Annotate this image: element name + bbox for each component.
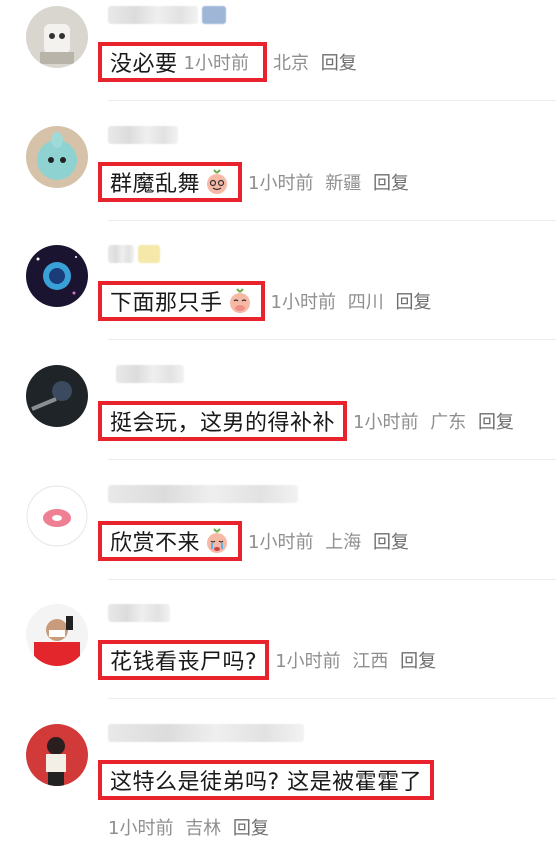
- divider: [108, 100, 556, 101]
- username-blurred: [138, 245, 160, 263]
- avatar[interactable]: [26, 604, 88, 666]
- comment-location: 吉林: [185, 818, 222, 839]
- comment-time: 1小时前: [275, 651, 341, 672]
- comment-meta: 1小时前 广东 回复: [353, 408, 520, 434]
- reply-button[interactable]: 回复: [395, 292, 431, 313]
- comment-meta: 1小时前 上海 回复: [248, 528, 415, 554]
- comment-location: 新疆: [325, 173, 362, 194]
- reply-button[interactable]: 回复: [478, 412, 514, 433]
- avatar[interactable]: [26, 245, 88, 307]
- comment-time: 1小时前: [108, 818, 174, 839]
- username-blurred[interactable]: [116, 365, 184, 383]
- avatar[interactable]: [26, 6, 88, 68]
- comment-location: 上海: [325, 532, 362, 553]
- comment-line: 挺会玩，这男的得补补 1小时前 广东 回复: [98, 399, 520, 443]
- username-blurred[interactable]: [108, 6, 198, 24]
- reply-button[interactable]: 回复: [400, 651, 436, 672]
- comment-location: 四川: [347, 292, 384, 313]
- cry-emoji-icon: [207, 528, 228, 553]
- comment-text: 欣赏不来: [110, 531, 201, 556]
- divider: [108, 698, 556, 699]
- reply-button[interactable]: 回复: [373, 173, 409, 194]
- comment-item: 群魔乱舞 1小时前 新疆 回复: [0, 120, 556, 240]
- comment-line: 花钱看丧尸吗? 1小时前 江西 回复: [98, 638, 442, 682]
- comment-location: 江西: [352, 651, 389, 672]
- shy-emoji-icon: [229, 288, 250, 313]
- comment-item: 这特么是徒弟吗? 这是被霍霍了 1小时前 吉林 回复: [0, 718, 556, 840]
- comment-line: 群魔乱舞 1小时前 新疆 回复: [98, 160, 415, 204]
- highlight-box: 下面那只手: [98, 281, 265, 321]
- highlight-box: 花钱看丧尸吗?: [98, 640, 270, 680]
- comment-item: 欣赏不来 1小时前 上海 回复: [0, 479, 556, 599]
- comment-line: 没必要 1小时前 北京 回复: [98, 40, 363, 84]
- comment-line: 欣赏不来 1小时前 上海 回复: [98, 519, 415, 563]
- username-blurred[interactable]: [108, 126, 178, 144]
- comment-text: 下面那只手: [110, 291, 223, 316]
- divider: [108, 339, 556, 340]
- divider: [108, 220, 556, 221]
- avatar[interactable]: [26, 365, 88, 427]
- comment-time: 1小时前: [270, 292, 336, 313]
- comment-text: 群魔乱舞: [110, 172, 201, 197]
- comment-meta: 1小时前 新疆 回复: [248, 169, 415, 195]
- highlight-box: 欣赏不来: [98, 521, 243, 561]
- username-blurred[interactable]: [108, 724, 304, 742]
- username-blurred[interactable]: [108, 245, 134, 263]
- comment-item: 下面那只手 1小时前 四川 回复: [0, 239, 556, 359]
- comment-time: 1小时前: [248, 173, 314, 194]
- comment-text: 没必要: [110, 52, 178, 77]
- comment-text: 这特么是徒弟吗? 这是被霍霍了: [110, 770, 423, 795]
- comment-item: 挺会玩，这男的得补补 1小时前 广东 回复: [0, 359, 556, 479]
- divider: [108, 459, 556, 460]
- comment-line: 这特么是徒弟吗? 这是被霍霍了: [98, 758, 435, 802]
- comment-line: 下面那只手 1小时前 四川 回复: [98, 279, 437, 323]
- highlight-box: 没必要 1小时前: [98, 42, 267, 82]
- divider: [108, 579, 556, 580]
- comment-time: 1小时前: [248, 532, 314, 553]
- highlight-box: 群魔乱舞: [98, 162, 243, 202]
- comment-meta: 1小时前 江西 回复: [275, 647, 442, 673]
- highlight-box: 这特么是徒弟吗? 这是被霍霍了: [98, 760, 435, 800]
- reply-button[interactable]: 回复: [233, 818, 269, 839]
- username-blurred[interactable]: [108, 485, 298, 503]
- comment-meta: 北京 回复: [273, 49, 363, 75]
- reply-button[interactable]: 回复: [321, 53, 357, 74]
- avatar[interactable]: [26, 126, 88, 188]
- comment-location: 北京: [272, 53, 309, 74]
- username-blurred[interactable]: [108, 604, 170, 622]
- avatar[interactable]: [26, 485, 88, 547]
- comment-location: 广东: [430, 412, 467, 433]
- avatar[interactable]: [26, 724, 88, 786]
- comment-meta: 1小时前: [184, 49, 255, 75]
- comment-meta: 1小时前 吉林 回复: [108, 814, 275, 840]
- smile-emoji-icon: [207, 169, 228, 194]
- comment-text: 挺会玩，这男的得补补: [110, 411, 336, 436]
- highlight-box: 挺会玩，这男的得补补: [98, 401, 348, 441]
- comment-time: 1小时前: [353, 412, 419, 433]
- comment-item: 没必要 1小时前 北京 回复: [0, 0, 556, 120]
- comment-text: 花钱看丧尸吗?: [110, 650, 258, 675]
- reply-button[interactable]: 回复: [373, 532, 409, 553]
- comment-meta: 1小时前 四川 回复: [271, 288, 438, 314]
- username-blurred: [202, 6, 226, 24]
- comment-item: 花钱看丧尸吗? 1小时前 江西 回复: [0, 598, 556, 718]
- comment-time: 1小时前: [183, 53, 249, 74]
